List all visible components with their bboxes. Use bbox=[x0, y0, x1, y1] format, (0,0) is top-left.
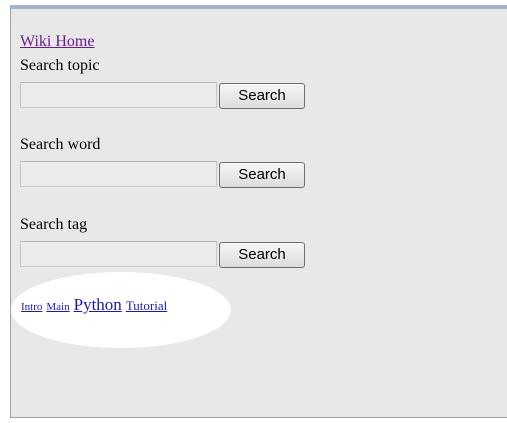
tag-link-main[interactable]: Main bbox=[46, 301, 69, 313]
search-word-input[interactable] bbox=[20, 161, 217, 187]
tag-link-python[interactable]: Python bbox=[74, 295, 122, 314]
search-tag-input[interactable] bbox=[20, 241, 217, 267]
search-topic-button[interactable]: Search bbox=[219, 83, 305, 109]
search-topic-input[interactable] bbox=[20, 82, 217, 108]
wiki-panel: Wiki Home Search topic Search Search wor… bbox=[10, 5, 507, 418]
tag-link-intro[interactable]: Intro bbox=[21, 301, 42, 313]
search-word-label: Search word bbox=[20, 136, 101, 153]
wiki-home-link[interactable]: Wiki Home bbox=[20, 33, 94, 51]
search-topic-label: Search topic bbox=[20, 57, 100, 74]
tag-cloud: Intro Main Python Tutorial bbox=[21, 295, 167, 315]
search-tag-label: Search tag bbox=[20, 216, 88, 233]
tag-link-tutorial[interactable]: Tutorial bbox=[126, 298, 167, 313]
search-tag-button[interactable]: Search bbox=[219, 242, 305, 268]
search-word-button[interactable]: Search bbox=[219, 162, 305, 188]
